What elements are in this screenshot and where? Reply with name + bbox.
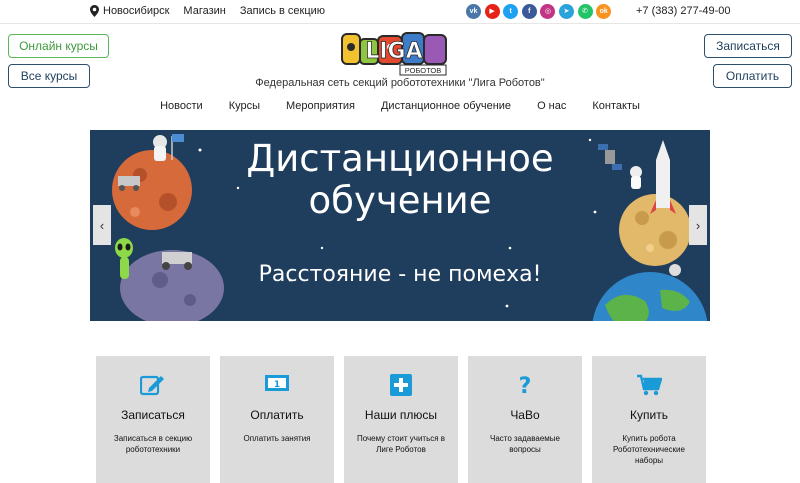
card-description: Почему стоит учиться в Лиге Роботов (356, 434, 446, 454)
nav-item-courses[interactable]: Курсы (229, 100, 260, 112)
card-description: Записаться в секцию робототехники (113, 434, 193, 454)
card-description: Часто задаваемые вопросы (489, 434, 561, 454)
logo-subtext: РОБОТОВ (405, 66, 441, 75)
plus-icon (390, 374, 412, 396)
nav-item-about[interactable]: О нас (537, 100, 566, 112)
nav-item-distance-learning[interactable]: Дистанционное обучение (381, 100, 511, 112)
nav-item-news[interactable]: Новости (160, 100, 203, 112)
card-title: Купить (630, 408, 668, 422)
nav-item-events[interactable]: Мероприятия (286, 100, 355, 112)
banner-title: Дистанционное обучение (90, 138, 710, 222)
card-pay[interactable]: 1 Оплатить Оплатить занятия (220, 356, 334, 483)
edit-icon (140, 375, 164, 396)
banner-title-line-2: обучение (308, 179, 492, 222)
city-label: Новосибирск (103, 5, 170, 17)
card-title: ЧаВо (510, 408, 540, 422)
svg-text:1: 1 (274, 380, 280, 390)
card-faq[interactable]: ? ЧаВо Часто задаваемые вопросы (468, 356, 582, 483)
map-pin-icon (90, 5, 99, 17)
card-signup[interactable]: Записаться Записаться в секцию робототех… (96, 356, 210, 483)
telegram-icon[interactable]: ➤ (558, 4, 574, 19)
phone-number[interactable]: +7 (383) 277-49-00 (636, 5, 730, 17)
tagline: Федеральная сеть секций робототехники "Л… (255, 77, 545, 89)
card-description: Оплатить занятия (243, 434, 311, 443)
svg-text:?: ? (519, 374, 532, 396)
card-buy[interactable]: Купить Купить робота Робототехнические н… (592, 356, 706, 483)
card-title: Записаться (121, 408, 185, 422)
shop-link[interactable]: Магазин (183, 5, 225, 17)
card-description: Купить робота Робототехнические наборы (613, 434, 685, 465)
cart-icon (637, 374, 662, 396)
chevron-right-icon: › (695, 217, 701, 233)
youtube-icon[interactable]: ▶ (484, 4, 500, 19)
banner-title-line-1: Дистанционное (246, 137, 554, 180)
top-bar: Новосибирск Магазин Запись в секцию vk ▶ t… (0, 0, 800, 24)
instagram-icon[interactable]: ◎ (540, 4, 556, 19)
city-selector[interactable]: Новосибирск (90, 5, 169, 17)
odnoklassniki-icon[interactable]: ok (596, 4, 612, 19)
banner-subtitle: Расстояние - не помеха! (258, 262, 542, 287)
main-nav: Новости Курсы Мероприятия Дистанционное … (0, 100, 800, 112)
logo-text: LIGA (365, 39, 422, 64)
signup-section-link[interactable]: Запись в секцию (240, 5, 325, 17)
top-bar-links: Новосибирск Магазин Запись в секцию (90, 5, 339, 17)
social-links: vk ▶ t f ◎ ➤ ✆ ok (466, 4, 615, 19)
carousel-next-button[interactable]: › (689, 205, 707, 245)
online-courses-button[interactable]: Онлайн курсы (8, 34, 109, 58)
banknote-icon: 1 (265, 375, 289, 391)
liga-robotov-logo[interactable]: LIGA РОБОТОВ (340, 27, 450, 77)
card-title: Оплатить (250, 408, 304, 422)
chevron-left-icon: ‹ (99, 217, 105, 233)
card-advantages[interactable]: Наши плюсы Почему стоит учиться в Лиге Р… (344, 356, 458, 483)
nav-item-contacts[interactable]: Контакты (592, 100, 640, 112)
vk-icon[interactable]: vk (466, 4, 481, 19)
twitter-icon[interactable]: t (503, 4, 519, 19)
card-title: Наши плюсы (364, 408, 438, 422)
carousel-prev-button[interactable]: ‹ (93, 205, 111, 245)
whatsapp-icon[interactable]: ✆ (577, 4, 593, 19)
question-icon: ? (519, 374, 532, 396)
facebook-icon[interactable]: f (521, 4, 537, 19)
signup-button[interactable]: Записаться (704, 34, 792, 58)
hero-banner[interactable]: Дистанционное обучение Расстояние - не п… (90, 130, 710, 321)
